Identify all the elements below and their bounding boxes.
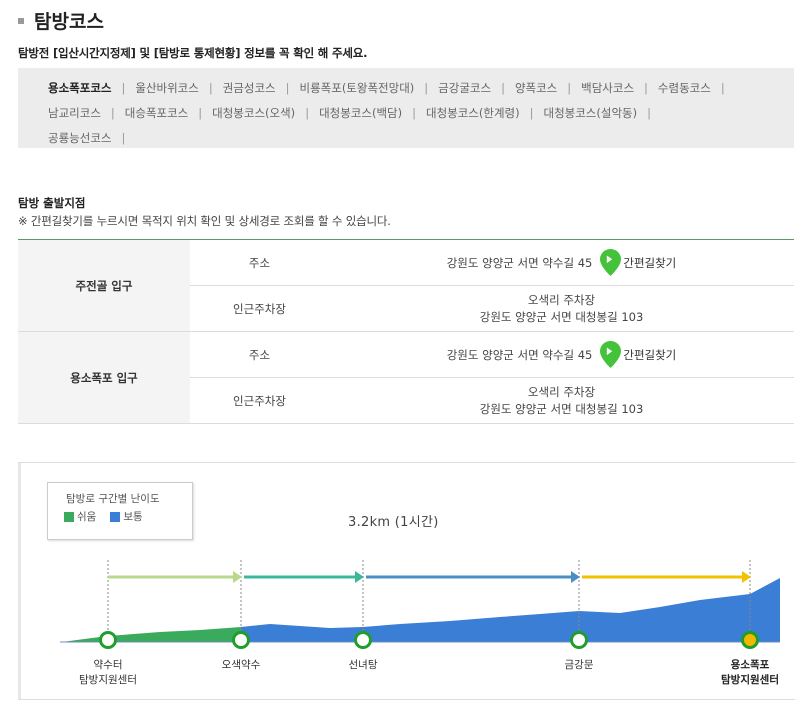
legend-item-easy: 쉬움	[64, 509, 96, 524]
legend-title: 탐방로 구간별 난이도	[66, 493, 160, 505]
course-distance: 3.2km (1시간)	[348, 515, 439, 530]
difficulty-legend: 탐방로 구간별 난이도 쉬움 보통	[47, 482, 193, 540]
stop-label: 탐방지원센터	[721, 673, 779, 686]
stop-label: 선녀탕	[349, 659, 378, 671]
legend-item-normal: 보통	[110, 509, 143, 524]
legend-label-normal: 보통	[123, 511, 143, 523]
stop-marker	[99, 631, 117, 649]
stop-label: 용소폭포	[731, 659, 770, 671]
legend-swatch-normal	[110, 511, 121, 522]
stop-marker	[232, 631, 250, 649]
stop-marker	[354, 631, 372, 649]
stop-label: 오색약수	[222, 659, 261, 671]
stop-label: 금강문	[565, 659, 594, 671]
stop-label: 탐방지원센터	[79, 674, 137, 686]
easy-area	[62, 627, 241, 642]
stop-label: 약수터	[94, 659, 123, 671]
course-profile-svg: 약수터탐방지원센터 오색약수 선녀탕 금강문 용소폭포탐방지원센터	[60, 560, 780, 686]
legend-label-easy: 쉬움	[77, 511, 97, 523]
stop-marker	[570, 631, 588, 649]
legend-swatch-easy	[64, 511, 74, 522]
stop-marker	[741, 631, 759, 649]
normal-area	[241, 578, 780, 642]
